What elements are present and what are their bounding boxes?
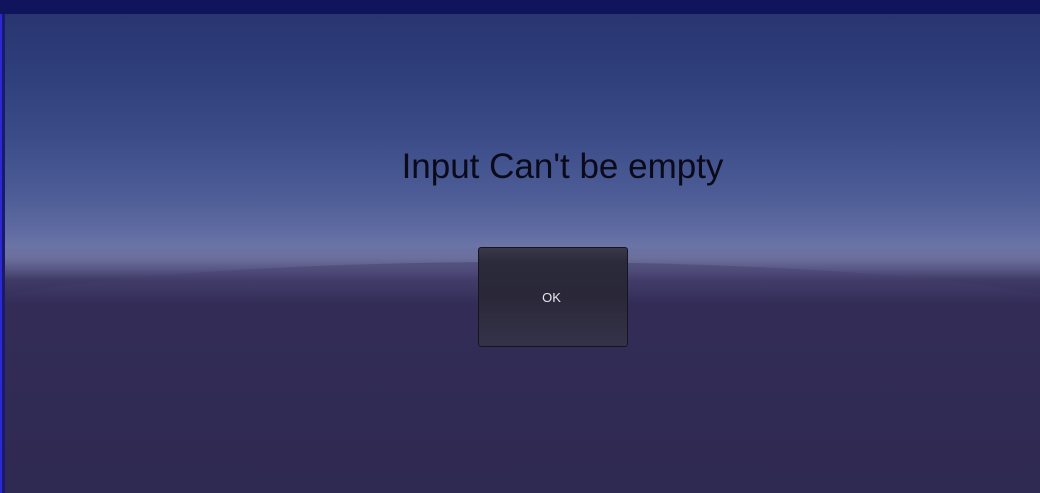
ok-button-label: OK (542, 289, 561, 305)
window-top-bar (0, 0, 1040, 14)
error-message: Input Can't be empty (401, 147, 724, 186)
ok-button[interactable]: OK (478, 247, 628, 347)
